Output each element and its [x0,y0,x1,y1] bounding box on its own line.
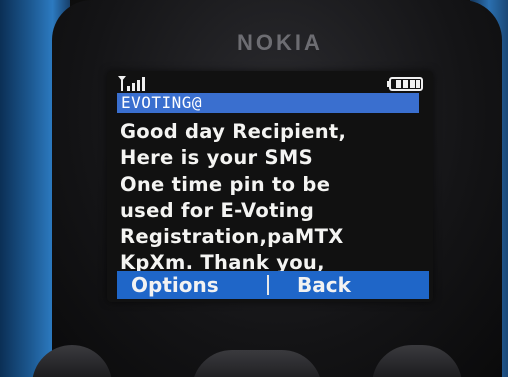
phone-screen: EVOTING@ Good day Recipient, Here is you… [107,71,433,302]
back-softkey[interactable]: Back [297,271,417,299]
signal-strength-icon [118,76,145,91]
options-softkey[interactable]: Options [131,271,259,299]
message-header: EVOTING@ [117,93,419,113]
message-line: Registration,paMTX [120,225,344,249]
sender-name: EVOTING@ [121,93,203,112]
message-line: used for E-Voting [120,198,315,222]
message-line: One time pin to be [120,172,331,196]
status-bar [107,71,433,93]
message-line: Good day Recipient, [120,120,347,143]
brand-logo: NOKIA [237,30,323,55]
phone-photo: NOKIA EVOTING@ Good day Recipient, Here … [0,0,508,377]
softkey-bar: Options Back [117,271,429,299]
battery-icon [387,77,423,91]
softkey-divider [267,275,269,295]
message-line: Here is your SMS [120,146,313,170]
message-body: Good day Recipient, Here is your SMS One… [120,119,420,277]
